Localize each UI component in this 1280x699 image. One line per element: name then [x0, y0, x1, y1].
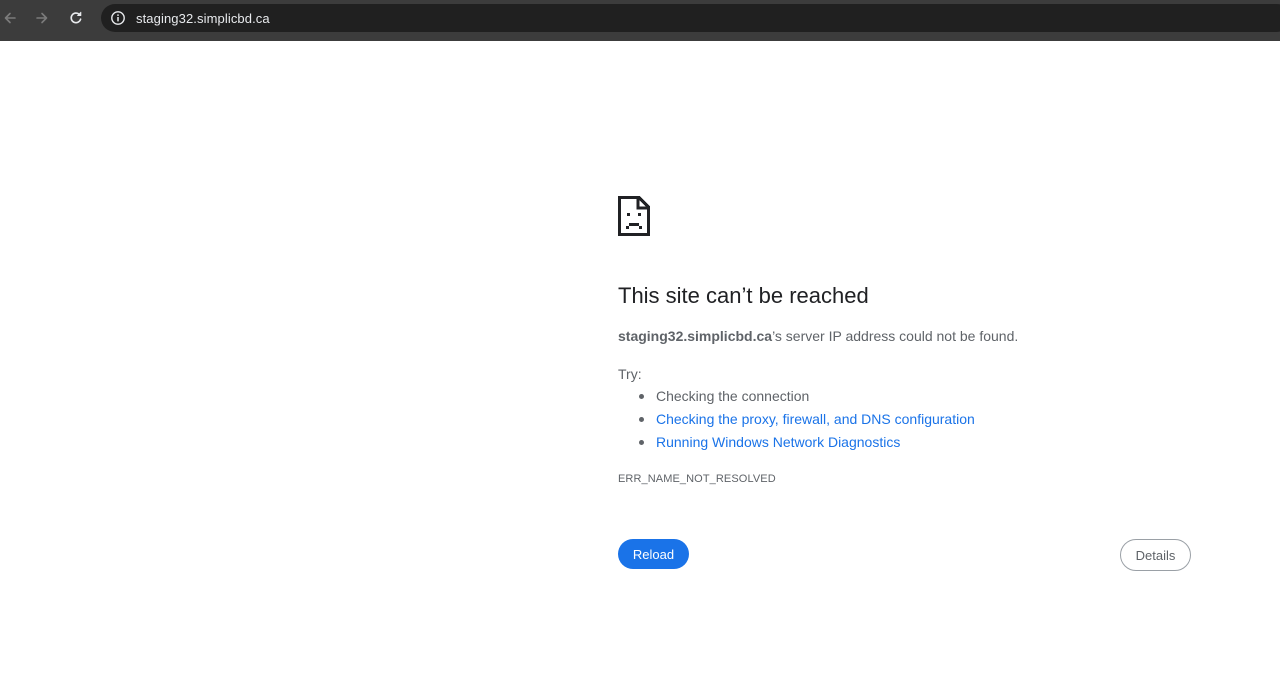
try-label: Try:: [618, 366, 642, 382]
address-bar[interactable]: staging32.simplicbd.ca: [101, 4, 1280, 32]
info-circle-icon[interactable]: [110, 10, 126, 26]
browser-toolbar: staging32.simplicbd.ca: [0, 0, 1280, 41]
reload-button[interactable]: Reload: [618, 539, 689, 569]
back-button[interactable]: [0, 6, 24, 30]
reload-page-button[interactable]: [62, 6, 90, 30]
details-button[interactable]: Details: [1120, 539, 1191, 571]
error-message: staging32.simplicbd.ca’s server IP addre…: [618, 328, 1018, 344]
url-text[interactable]: staging32.simplicbd.ca: [136, 11, 270, 26]
suggestion-network-diagnostics-link[interactable]: Running Windows Network Diagnostics: [656, 434, 900, 450]
forward-button[interactable]: [28, 6, 56, 30]
suggestion-item: Checking the connection: [618, 388, 1178, 411]
arrow-right-icon: [36, 12, 48, 24]
error-host: staging32.simplicbd.ca: [618, 328, 773, 344]
bullet: [639, 440, 644, 445]
suggestion-item: Checking the proxy, firewall, and DNS co…: [618, 411, 1178, 434]
error-headline: This site can’t be reached: [618, 283, 869, 308]
sad-document-icon: [618, 196, 650, 236]
bullet: [639, 394, 644, 399]
arrow-left-icon: [4, 12, 16, 24]
error-code: ERR_NAME_NOT_RESOLVED: [618, 473, 776, 485]
bullet: [639, 417, 644, 422]
suggestion-item: Running Windows Network Diagnostics: [618, 434, 1178, 457]
suggestion-proxy-firewall-dns-link[interactable]: Checking the proxy, firewall, and DNS co…: [656, 411, 975, 427]
reload-icon: [70, 11, 82, 24]
error-page: This site can’t be reached staging32.sim…: [618, 41, 1198, 699]
suggestions-list: Checking the connection Checking the pro…: [618, 388, 1178, 457]
suggestion-check-connection: Checking the connection: [656, 388, 810, 404]
error-message-text: ’s server IP address could not be found.: [772, 328, 1019, 344]
